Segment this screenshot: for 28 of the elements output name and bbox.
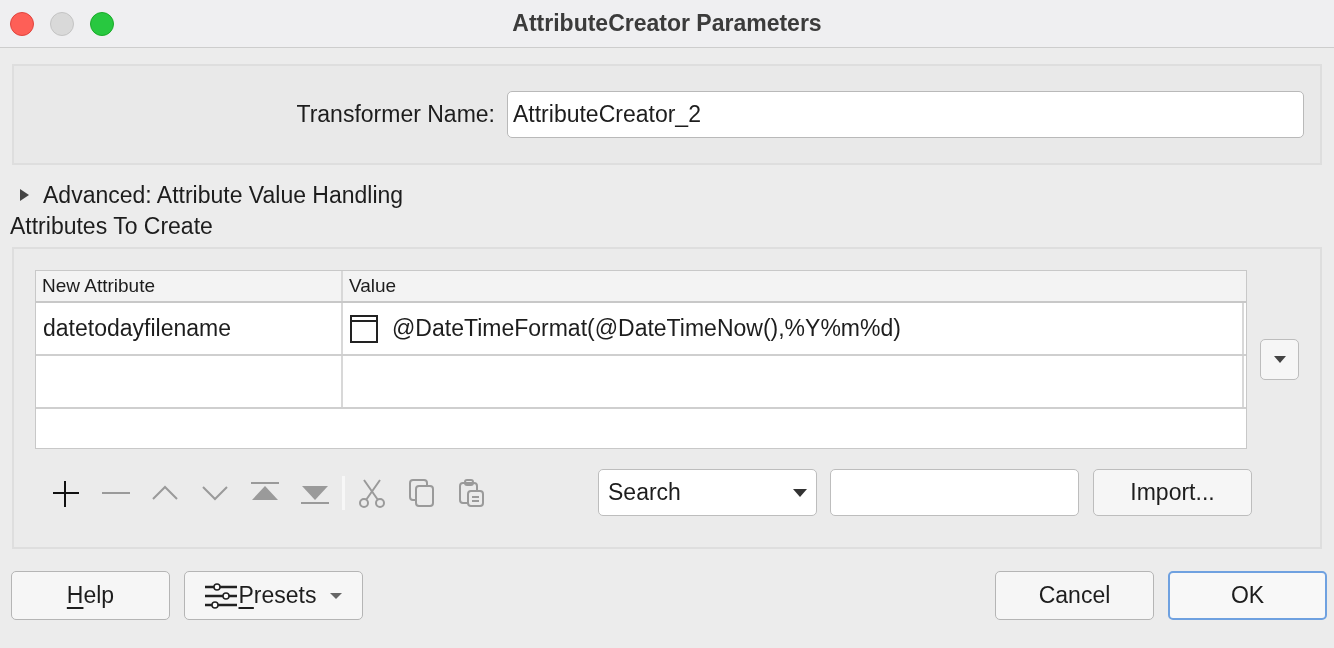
table-cell[interactable]: @DateTimeFormat(@DateTimeNow(),%Y%m%d) (343, 303, 1245, 354)
window-title: AttributeCreator Parameters (512, 9, 822, 39)
presets-button[interactable]: Presets (184, 571, 363, 620)
ok-button[interactable]: OK (1168, 571, 1327, 620)
caret-icon (1273, 356, 1286, 363)
dropdown-button[interactable] (1260, 339, 1299, 380)
sliders-icon (204, 582, 237, 609)
column-header[interactable]: Value (343, 271, 1247, 301)
search-select[interactable]: Search (598, 469, 817, 516)
section-title: Attributes To Create (10, 213, 214, 239)
close-window-icon[interactable] (10, 11, 34, 36)
zoom-window-icon[interactable] (90, 11, 114, 36)
caret-icon (793, 488, 807, 497)
search-field[interactable] (830, 469, 1079, 516)
minimize-window-icon[interactable] (50, 11, 74, 36)
cancel-button[interactable]: Cancel (995, 571, 1154, 620)
transformer-name-field[interactable]: AttributeCreator_2 (507, 91, 1304, 138)
advanced-toggle[interactable]: Advanced: Attribute Value Handling (20, 177, 404, 213)
text-editor-icon[interactable] (350, 314, 378, 343)
transformer-name-label: Transformer Name: (296, 100, 495, 130)
help-button[interactable]: Help (11, 571, 170, 620)
table-cell[interactable]: datetodayfilename (36, 303, 343, 354)
cell-text: @DateTimeFormat(@DateTimeNow(),%Y%m%d) (392, 314, 901, 344)
column-header[interactable]: New Attribute (36, 271, 343, 301)
cell-text: datetodayfilename (43, 314, 231, 344)
import-button[interactable]: Import... (1093, 469, 1252, 516)
disclosure-triangle-icon (20, 189, 29, 201)
caret-icon (330, 592, 343, 599)
